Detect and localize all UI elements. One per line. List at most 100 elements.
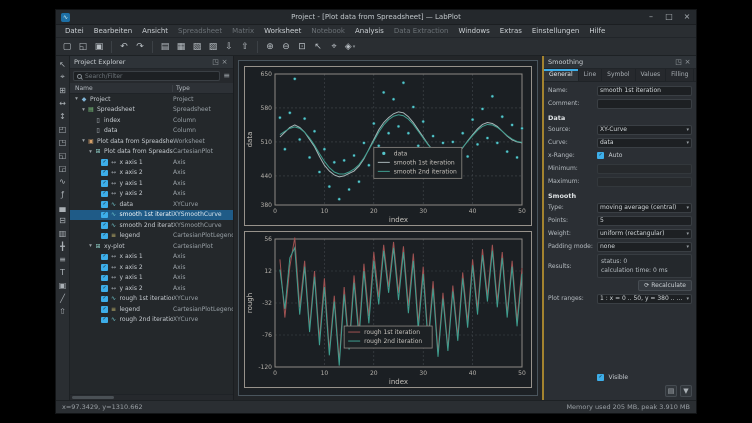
visibility-checkbox[interactable]	[101, 264, 108, 271]
menu-worksheet[interactable]: Worksheet	[259, 25, 306, 38]
tree-item-x-axis-2-16[interactable]: ↔x axis 2Axis	[70, 262, 233, 273]
zoom-x-tool-icon[interactable]: ↔	[57, 97, 69, 109]
maximize-button[interactable]: □	[664, 12, 674, 21]
visibility-checkbox[interactable]	[101, 170, 108, 177]
expander-icon[interactable]: ▾	[80, 107, 87, 113]
visibility-checkbox[interactable]	[101, 222, 108, 229]
tree-item-x-axis-2-7[interactable]: ↔x axis 2Axis	[70, 168, 233, 179]
menu-windows[interactable]: Windows	[454, 25, 495, 38]
visibility-checkbox[interactable]	[101, 285, 108, 292]
close-properties-icon[interactable]: ×	[683, 58, 692, 66]
add-boxplot-icon[interactable]: ⊟	[57, 214, 69, 226]
tree-item-x-axis-1-15[interactable]: ↔x axis 1Axis	[70, 252, 233, 263]
import-data-icon[interactable]: ⇩	[222, 40, 236, 54]
maximum-field[interactable]	[597, 177, 692, 187]
worksheet-view[interactable]: 01020304050380440510580650indexdatadatas…	[234, 56, 542, 400]
export-worksheet-icon[interactable]: ⇧	[57, 305, 69, 317]
tab-symbol[interactable]: Symbol	[602, 69, 635, 81]
visibility-checkbox[interactable]	[101, 159, 108, 166]
visible-checkbox[interactable]	[597, 374, 604, 381]
visibility-checkbox[interactable]	[101, 191, 108, 198]
column-type-header[interactable]: Type	[173, 85, 233, 92]
close-dock-icon[interactable]: ×	[220, 58, 229, 66]
tree-item-plot-data-from-spreadsheet-4[interactable]: ▾▣Plot data from SpreadsheetWorksheet	[70, 136, 233, 147]
name-field[interactable]	[597, 86, 692, 96]
float-dock-icon[interactable]: ◳	[211, 58, 220, 66]
tree-item-project-0[interactable]: ▾◆ProjectProject	[70, 94, 233, 105]
undo-icon[interactable]: ↶	[117, 40, 131, 54]
menu-bearbeiten[interactable]: Bearbeiten	[89, 25, 137, 38]
zoom-select-tool-icon[interactable]: ⊞	[57, 84, 69, 96]
visibility-checkbox[interactable]	[101, 317, 108, 324]
tree-item-y-axis-2-9[interactable]: ↔y axis 2Axis	[70, 189, 233, 200]
tab-line[interactable]: Line	[579, 69, 603, 81]
tree-item-data-10[interactable]: ∿dataXYCurve	[70, 199, 233, 210]
tree-item-y-axis-1-8[interactable]: ↔y axis 1Axis	[70, 178, 233, 189]
add-plot-two-axes-icon[interactable]: ◳	[57, 136, 69, 148]
explorer-hscrollbar[interactable]	[70, 394, 233, 400]
redo-icon[interactable]: ↷	[133, 40, 147, 54]
tab-general[interactable]: General	[544, 69, 579, 81]
tree-column-header[interactable]: Name Type	[70, 83, 233, 94]
tree-item-xy-plot-14[interactable]: ▾⊞xy-plotCartesianPlot	[70, 241, 233, 252]
menu-ansicht[interactable]: Ansicht	[137, 25, 173, 38]
worksheet-page[interactable]: 01020304050380440510580650indexdatadatas…	[238, 60, 538, 396]
expander-icon[interactable]: ▾	[73, 96, 80, 102]
visibility-checkbox[interactable]	[101, 254, 108, 261]
weight-select[interactable]: uniform (rectangular)▾	[597, 229, 692, 239]
float-properties-icon[interactable]: ◳	[674, 58, 683, 66]
tree-item-index-2[interactable]: ▯indexColumn	[70, 115, 233, 126]
filter-options-icon[interactable]: ≡	[223, 71, 230, 81]
auto-range-checkbox[interactable]	[597, 152, 604, 159]
menu-analysis[interactable]: Analysis	[350, 25, 389, 38]
add-plot-centered-icon[interactable]: ◲	[57, 162, 69, 174]
zoom-out-icon[interactable]: ⊖	[279, 40, 293, 54]
tree-item-spreadsheet-1[interactable]: ▾▤SpreadsheetSpreadsheet	[70, 105, 233, 116]
add-histogram-icon[interactable]: ▄	[57, 201, 69, 213]
layout-mode-icon[interactable]: ◈▾	[343, 40, 357, 54]
titlebar[interactable]: ∿ Project - [Plot data from Spreadsheet]…	[56, 10, 696, 25]
new-notebook-icon[interactable]: ▨	[206, 40, 220, 54]
source-select[interactable]: XY-Curve▾	[597, 125, 692, 135]
plot-ranges-select[interactable]: 1 : x = 0 .. 50, y = 380 .. 650▾	[597, 294, 692, 304]
tree-item-data-3[interactable]: ▯dataColumn	[70, 126, 233, 137]
tree-item-y-axis-1-17[interactable]: ↔y axis 1Axis	[70, 273, 233, 284]
add-axis-icon[interactable]: ╋	[57, 240, 69, 252]
zoom-fit-icon[interactable]: ⊡	[295, 40, 309, 54]
menu-einstellungen[interactable]: Einstellungen	[527, 25, 584, 38]
crosshair-mode-icon[interactable]: ⌖	[327, 40, 341, 54]
save-template-button[interactable]: ▼	[680, 385, 692, 397]
tab-filling[interactable]: Filling	[666, 69, 694, 81]
type-select[interactable]: moving average (central)▾	[597, 203, 692, 213]
new-project-icon[interactable]: ▢	[60, 40, 74, 54]
export-data-icon[interactable]: ⇧	[238, 40, 252, 54]
expander-icon[interactable]: ▾	[87, 243, 94, 249]
add-plot-box-icon[interactable]: ◱	[57, 149, 69, 161]
tree-item-rough-1st-iteration-19[interactable]: ∿rough 1st iterationXYCurve	[70, 294, 233, 305]
add-image-icon[interactable]: ▣	[57, 279, 69, 291]
tree-item-plot-data-from-spreadsheet-5[interactable]: ▾⊞Plot data from SpreadsheetCartesianPlo…	[70, 147, 233, 158]
expander-icon[interactable]: ▾	[80, 138, 87, 144]
curve-select[interactable]: data▾	[597, 138, 692, 148]
tree-item-rough-2nd-iteration-21[interactable]: ∿rough 2nd iterationXYCurve	[70, 315, 233, 326]
visibility-checkbox[interactable]	[101, 296, 108, 303]
minimize-button[interactable]: –	[646, 12, 656, 21]
visibility-checkbox[interactable]	[101, 275, 108, 282]
visibility-checkbox[interactable]	[101, 201, 108, 208]
add-reference-line-icon[interactable]: ╱	[57, 292, 69, 304]
tree-item-smooth-1st-iteration-11[interactable]: ∿smooth 1st iterationXYSmoothCurve	[70, 210, 233, 221]
visibility-checkbox[interactable]	[101, 306, 108, 313]
load-template-button[interactable]: ▤	[665, 385, 677, 397]
new-spreadsheet-icon[interactable]: ▤	[158, 40, 172, 54]
tree-item-smooth-2nd-iteration-12[interactable]: ∿smooth 2nd iterationXYSmoothCurve	[70, 220, 233, 231]
new-matrix-icon[interactable]: ▦	[174, 40, 188, 54]
tree-item-legend-20[interactable]: ≡legendCartesianPlotLegend	[70, 304, 233, 315]
add-equation-curve-icon[interactable]: ƒ	[57, 188, 69, 200]
visibility-checkbox[interactable]	[101, 233, 108, 240]
tree-item-y-axis-2-18[interactable]: ↔y axis 2Axis	[70, 283, 233, 294]
zoom-in-icon[interactable]: ⊕	[263, 40, 277, 54]
new-worksheet-icon[interactable]: ▧	[190, 40, 204, 54]
add-legend-icon[interactable]: ≡	[57, 253, 69, 265]
crosshair-tool-icon[interactable]: ⌖	[57, 71, 69, 83]
smoothing-plot[interactable]: 01020304050380440510580650indexdatadatas…	[244, 66, 532, 226]
